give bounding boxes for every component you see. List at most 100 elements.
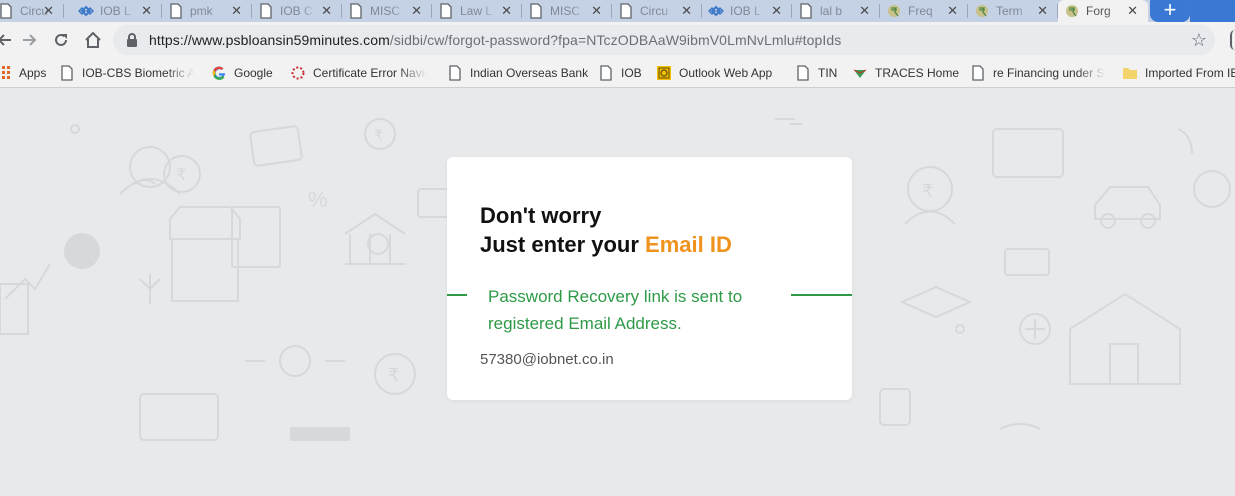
traces-icon: [852, 65, 868, 81]
forward-button[interactable]: [20, 30, 40, 50]
tab[interactable]: lal b ✕: [792, 0, 880, 22]
bookmark-item[interactable]: Outlook Web App: [656, 64, 772, 82]
bookmark-label: Google: [234, 66, 273, 80]
tab-close-icon[interactable]: ✕: [321, 3, 332, 19]
bookmark-label: TIN: [818, 66, 838, 80]
bookmark-label: Outlook Web App: [679, 66, 773, 80]
bookmark-label: TRACES Home: [875, 66, 960, 80]
page-icon: [438, 3, 454, 19]
tab[interactable]: Circu ✕: [612, 0, 702, 22]
bookmark-item[interactable]: TIN: [795, 64, 837, 82]
page-icon: [795, 65, 811, 81]
new-tab-button[interactable]: +: [1150, 0, 1190, 22]
tab[interactable]: Term ✕: [968, 0, 1058, 22]
tab-separator: [63, 4, 64, 18]
forgot-password-card: Don't worry Just enter your Email ID Pas…: [447, 157, 852, 400]
page-icon: [618, 3, 634, 19]
tab-close-icon[interactable]: ✕: [1127, 3, 1138, 19]
tab-close-icon[interactable]: ✕: [141, 3, 152, 19]
bookmark-label: Certificate Error Navig: [313, 66, 427, 80]
tab[interactable]: pmk ✕: [162, 0, 252, 22]
tab-title: Term: [996, 4, 1023, 18]
bookmark-label: Imported From IE: [1145, 66, 1235, 80]
bookmark-item[interactable]: TRACES Home: [852, 64, 959, 82]
svg-text:₹: ₹: [922, 181, 933, 201]
tab-title: IOB L: [100, 4, 131, 18]
diamond-logo-icon: [78, 3, 94, 19]
back-button[interactable]: [0, 30, 14, 50]
profile-edge: [1230, 30, 1235, 50]
tab-close-icon[interactable]: ✕: [771, 3, 782, 19]
tab[interactable]: Circu ✕: [0, 0, 64, 22]
tab-close-icon[interactable]: ✕: [591, 3, 602, 19]
browser-toolbar: https://www.psbloansin59minutes.com/sidb…: [0, 22, 1235, 58]
bookmark-item[interactable]: re Financing under Sp: [970, 64, 1105, 82]
tab[interactable]: IOB L ✕: [72, 0, 162, 22]
svg-text:%: %: [308, 187, 328, 212]
tab-close-icon[interactable]: ✕: [411, 3, 422, 19]
bookmark-item[interactable]: Imported From IE: [1122, 64, 1235, 82]
bookmark-star-icon[interactable]: ☆: [1191, 30, 1207, 50]
bookmarks-bar: Apps IOB-CBS Biometric Al Google Certificat…: [0, 58, 1235, 88]
tab[interactable]: MISC ✕: [522, 0, 612, 22]
tab-title: MISC: [550, 4, 580, 18]
bookmark-label: Indian Overseas Bank: [470, 66, 589, 80]
heading-accent: Email ID: [645, 232, 732, 257]
bookmark-label: re Financing under Sp: [993, 66, 1105, 80]
tab-close-icon[interactable]: ✕: [947, 3, 958, 19]
page-icon: [598, 65, 614, 81]
tab[interactable]: Freq ✕: [880, 0, 968, 22]
tab[interactable]: IOB C ✕: [252, 0, 342, 22]
bookmark-item[interactable]: IOB-CBS Biometric Al: [59, 64, 194, 82]
page-icon: [970, 65, 986, 81]
bookmark-item[interactable]: Apps: [0, 64, 46, 82]
google-icon: [211, 65, 227, 81]
tab-title: Forg: [1086, 4, 1111, 18]
tab[interactable]: Law L ✕: [432, 0, 522, 22]
message-divider-left: [447, 294, 467, 296]
svg-text:₹: ₹: [388, 365, 399, 385]
tab[interactable]: MISC ✕: [342, 0, 432, 22]
tab-title: Freq: [908, 4, 933, 18]
page-icon: [258, 3, 274, 19]
svg-text:₹: ₹: [176, 167, 186, 184]
page-icon: [528, 3, 544, 19]
registered-email: 57380@iobnet.co.in: [480, 351, 614, 368]
tab-close-icon[interactable]: ✕: [859, 3, 870, 19]
rupee-coin-icon: [886, 3, 902, 19]
folder-icon: [1122, 65, 1138, 81]
page-content: ₹ ₹ ₹ % ₹ Don't worry Just enter your Em…: [0, 89, 1235, 496]
bookmark-item[interactable]: IOB: [598, 64, 642, 82]
tab-title: Circu: [640, 4, 669, 18]
heading-line-1: Don't worry: [480, 203, 602, 228]
tab-close-icon[interactable]: ✕: [231, 3, 242, 19]
back-arrow-icon: [0, 34, 11, 46]
tab-title: lal b: [820, 4, 843, 18]
address-bar[interactable]: https://www.psbloansin59minutes.com/sidb…: [113, 25, 1215, 55]
tab-close-icon[interactable]: ✕: [1037, 3, 1048, 19]
outlook-icon: [656, 65, 672, 81]
bookmark-item[interactable]: Indian Overseas Bank: [447, 64, 588, 82]
tab-strip-end: [1190, 0, 1235, 22]
tab-close-icon[interactable]: ✕: [681, 3, 692, 19]
bookmark-item[interactable]: Certificate Error Navig: [290, 64, 427, 82]
reload-button[interactable]: [51, 30, 71, 50]
home-button[interactable]: [83, 30, 103, 50]
loading-icon: [290, 65, 306, 81]
success-message: Password Recovery link is sent to regist…: [488, 287, 743, 333]
tab-title: MISC: [370, 4, 400, 18]
diamond-logo-icon: [708, 3, 724, 19]
rupee-coin-icon: [974, 3, 990, 19]
lock-icon: [127, 33, 137, 47]
page-icon: [447, 65, 463, 81]
tab-active[interactable]: Forg ✕: [1058, 0, 1148, 22]
page-icon: [59, 65, 75, 81]
tab[interactable]: IOB L ✕: [702, 0, 792, 22]
tab-close-icon[interactable]: ✕: [43, 3, 54, 19]
bookmark-item[interactable]: Google: [211, 64, 273, 82]
bookmark-label: IOB: [621, 66, 642, 80]
tab-close-icon[interactable]: ✕: [501, 3, 512, 19]
heading-line-2: Just enter your Email ID: [480, 230, 732, 259]
tab-title: IOB C: [280, 4, 313, 18]
tab-title: pmk: [190, 4, 213, 18]
